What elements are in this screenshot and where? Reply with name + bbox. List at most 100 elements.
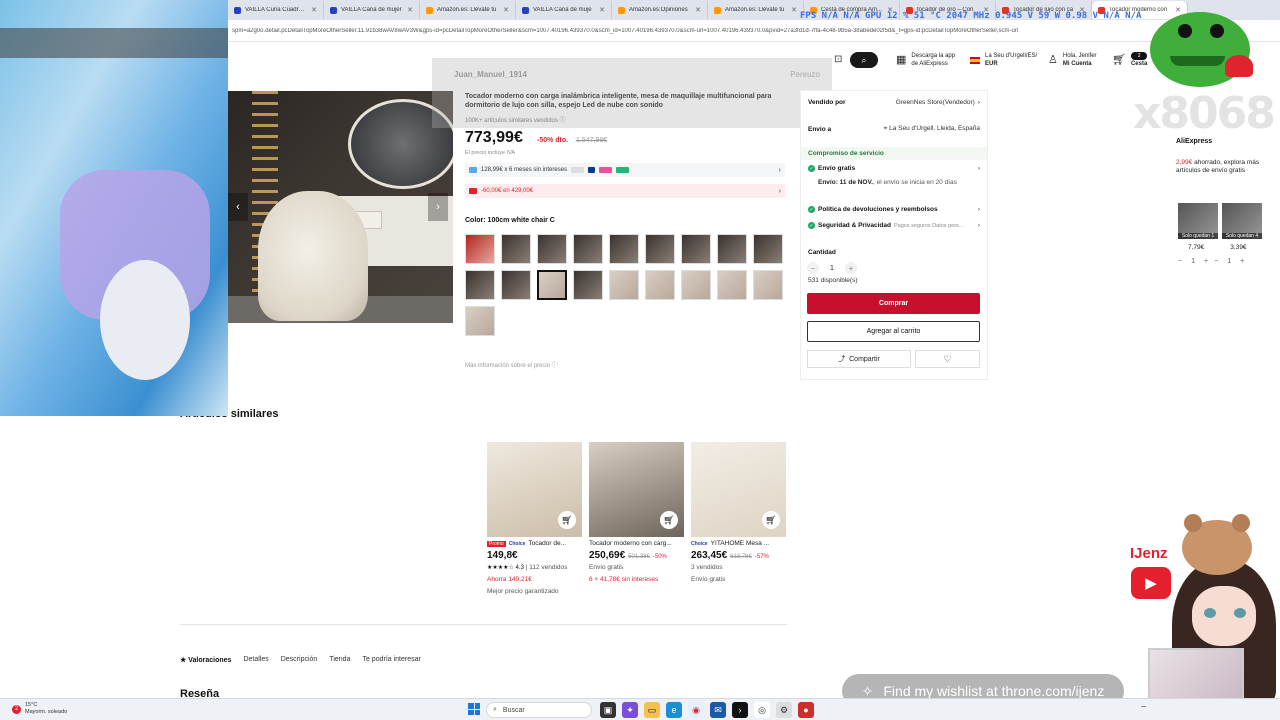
add-to-cart-icon[interactable]: 🛒︎ <box>558 511 576 529</box>
wishlist-button[interactable]: ♡ <box>915 350 980 368</box>
browser-tab[interactable]: Amazon.es:Opiniones ✕ <box>612 1 708 19</box>
quantity-stepper[interactable]: − 1 + <box>807 262 857 274</box>
taskbar-search[interactable]: ⌕ Buscar <box>486 702 592 718</box>
pay-later-icon <box>616 167 630 173</box>
faded-popup-overlay: Juan_Manuel_1914 Pereuzo <box>432 58 832 128</box>
close-tab-icon[interactable]: ✕ <box>407 6 413 14</box>
color-swatch[interactable] <box>573 270 603 300</box>
stock-available: 531 disponible(s) <box>808 277 858 284</box>
returns-row[interactable]: ✓ Política de devoluciones y reembolsos … <box>808 206 980 213</box>
close-tab-icon[interactable]: ✕ <box>503 6 509 14</box>
color-swatch[interactable] <box>681 270 711 300</box>
side-item-thumbnail[interactable]: Solo quedan 4 <box>1222 203 1262 239</box>
file-explorer-icon[interactable]: ▭ <box>644 702 660 718</box>
chrome-icon[interactable]: ◉ <box>688 702 704 718</box>
close-tab-icon[interactable]: ✕ <box>311 6 317 14</box>
more-price-info-link[interactable]: Más información sobre el precio ⓘ <box>465 360 558 369</box>
browser-tab[interactable]: VAILLA Cuna Cuadros... ✕ <box>228 1 324 19</box>
network-icon: ⌔ <box>1140 704 1148 713</box>
color-swatch[interactable] <box>465 234 495 264</box>
system-tray[interactable]: ⌔ <box>1140 704 1148 714</box>
ship-to-row[interactable]: Envío a ⌖ La Seu d'Urgell, Lleida, Españ… <box>808 125 980 133</box>
account-menu[interactable]: ♙ Hola, Jenifer Mi Cuenta <box>1048 52 1097 68</box>
cart-link[interactable]: 🛒︎ 2 Cesta <box>1112 52 1148 68</box>
color-swatch[interactable] <box>681 234 711 264</box>
url-text[interactable]: spm=a2g0o.detail.pcDetailTopMoreOtherSel… <box>232 28 1272 34</box>
product-main-image[interactable] <box>228 91 453 323</box>
outlook-icon[interactable]: ✉ <box>710 702 726 718</box>
increase-button[interactable]: + <box>844 262 857 274</box>
camera-search-icon[interactable]: ⊡ <box>834 54 842 65</box>
gallery-prev-button[interactable]: ‹ <box>228 193 248 221</box>
locale-selector[interactable]: La Seu d'Urgell/ES/EUR <box>970 52 1037 68</box>
browser-tab[interactable]: VAILLA Cana de muje ✕ <box>516 1 612 19</box>
stream-code-overlay: x8068 <box>1133 88 1276 139</box>
color-swatch[interactable] <box>645 270 675 300</box>
add-to-cart-icon[interactable]: 🛒︎ <box>762 511 780 529</box>
tab-descripcion[interactable]: Descripción <box>281 656 318 664</box>
color-swatch[interactable] <box>501 234 531 264</box>
color-swatch[interactable] <box>645 234 675 264</box>
side-item-thumbnail[interactable]: Solo quedan 1 <box>1178 203 1218 239</box>
product-thumbnail[interactable]: 🛒︎ <box>487 442 582 537</box>
installments-banner[interactable]: 128,99€ x 6 meses sin intereses › <box>465 163 785 177</box>
coupon-banner[interactable]: -60,00€ en 429,00€ › <box>465 184 785 198</box>
color-swatch-selected[interactable] <box>537 270 567 300</box>
quantity-stepper[interactable]: −1 + <box>1178 258 1208 265</box>
obs-icon[interactable]: ◎ <box>754 702 770 718</box>
amazon-favicon-icon <box>426 6 433 14</box>
close-tab-icon[interactable]: ✕ <box>695 6 701 14</box>
task-view-icon[interactable]: ▣ <box>600 702 616 718</box>
similar-product-card[interactable]: 🛒︎ Choice YITAHOME Mesa ... 263,45€ 613,78… <box>691 442 786 585</box>
buy-now-button[interactable]: Comprar <box>807 293 980 314</box>
browser-tab[interactable]: VAILLA Cana de mujer ✕ <box>324 1 420 19</box>
windows-taskbar: 2 15°C Mayorm. soleado ⌕ Buscar ▣ ✦ ▭ e ◉… <box>0 698 1280 720</box>
add-to-cart-icon[interactable]: 🛒︎ <box>660 511 678 529</box>
color-swatch[interactable] <box>465 306 495 336</box>
product-thumbnail[interactable]: 🛒︎ <box>691 442 786 537</box>
similar-product-card[interactable]: 🛒︎ Tocador moderno con carg... 250,69€ 50… <box>589 442 684 585</box>
color-swatch[interactable] <box>573 234 603 264</box>
color-swatch[interactable] <box>717 270 747 300</box>
heart-emote-image <box>1225 55 1253 77</box>
color-swatch[interactable] <box>753 270 783 300</box>
color-swatch[interactable] <box>501 270 531 300</box>
quantity-stepper[interactable]: −1 + <box>1214 258 1244 265</box>
settings-icon[interactable]: ⚙ <box>776 702 792 718</box>
color-swatch[interactable] <box>753 234 783 264</box>
security-row[interactable]: ✓ Seguridad & Privacidad Pagos seguros D… <box>808 222 980 229</box>
download-app-link[interactable]: ▦ Descarga la app de AliExpress <box>896 52 955 68</box>
edge-icon[interactable]: e <box>666 702 682 718</box>
browser-tab[interactable]: Amazon.es: Llévate tu ✕ <box>708 1 804 19</box>
cart-count-badge: 2 <box>1130 52 1148 60</box>
seller-row[interactable]: Vendido por GreenNes Store(Vendedor) › <box>808 99 980 106</box>
search-button[interactable]: ⌕ <box>850 52 878 68</box>
close-tab-icon[interactable]: ✕ <box>791 6 797 14</box>
tab-detalles[interactable]: Detalles <box>243 656 268 664</box>
side-item-prices: 7,79€ 3,39€ <box>1188 244 1247 251</box>
gallery-next-button[interactable]: › <box>428 193 448 221</box>
color-swatch[interactable] <box>609 234 639 264</box>
color-swatch[interactable] <box>717 234 747 264</box>
copilot-icon[interactable]: ✦ <box>622 702 638 718</box>
color-swatch[interactable] <box>465 270 495 300</box>
terminal-icon[interactable]: › <box>732 702 748 718</box>
tab-valoraciones[interactable]: ★ Valoraciones <box>180 656 231 664</box>
color-swatch[interactable] <box>537 234 567 264</box>
weather-widget[interactable]: 2 15°C Mayorm. soleado <box>12 702 67 716</box>
close-tab-icon[interactable]: ✕ <box>1175 6 1181 14</box>
color-swatch[interactable] <box>609 270 639 300</box>
share-button[interactable]: ⤴ Compartir <box>807 350 911 368</box>
decrease-button[interactable]: − <box>807 262 819 274</box>
close-tab-icon[interactable]: ✕ <box>599 6 605 14</box>
product-thumbnail[interactable]: 🛒︎ <box>589 442 684 537</box>
windows-start-icon[interactable] <box>468 703 480 715</box>
browser-tab[interactable]: Amazon.es: Llévate tu ✕ <box>420 1 516 19</box>
tab-tienda[interactable]: Tienda <box>329 656 350 664</box>
similar-product-card[interactable]: 🛒︎ Promo Choice Tocador de... 149,8€ ★★★★☆… <box>487 442 582 597</box>
free-shipping-row[interactable]: ✓ Envío gratis › <box>808 165 980 172</box>
side-widget-items: Solo quedan 1 Solo quedan 4 <box>1178 203 1262 239</box>
app-icon[interactable]: ● <box>798 702 814 718</box>
tab-te-podria-interesar[interactable]: Te podría interesar <box>362 656 420 664</box>
add-to-cart-button[interactable]: Agregar al carrito <box>807 321 980 342</box>
